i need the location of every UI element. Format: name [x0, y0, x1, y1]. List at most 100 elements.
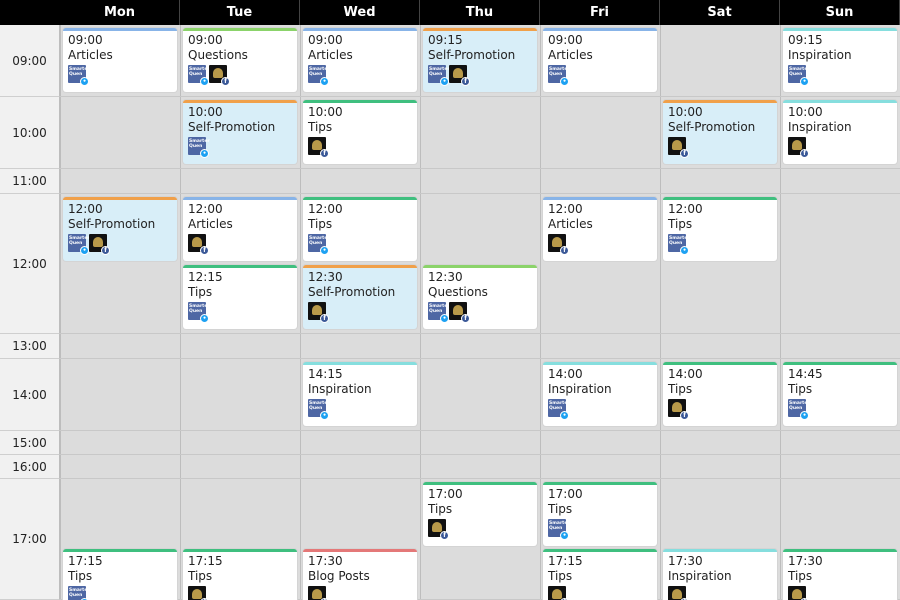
post-time: 17:30: [788, 554, 823, 568]
facebook-badge-icon: f: [560, 246, 569, 255]
post-card[interactable]: 09:15 Inspiration Smarter Quen •: [783, 28, 897, 92]
post-card[interactable]: 17:15Tips f: [183, 549, 297, 600]
twitter-badge-icon: •: [560, 531, 569, 540]
day-header-thu[interactable]: Thu: [420, 0, 540, 25]
post-card[interactable]: 12:15 Tips Smarter Quen •: [183, 265, 297, 329]
day-header-sun[interactable]: Sun: [780, 0, 900, 25]
post-card[interactable]: 10:00 Tips f: [303, 100, 417, 164]
post-time: 09:00: [188, 33, 223, 47]
row-divider: [60, 193, 900, 194]
post-card[interactable]: 17:30Inspiration f: [663, 549, 777, 600]
post-card[interactable]: 09:15 Self-Promotion Smarter Quen • f: [423, 28, 537, 92]
twitter-badge-icon: •: [320, 411, 329, 420]
crown-icon: [192, 237, 202, 247]
post-accounts: Smarter Quen•: [548, 399, 652, 420]
crown-icon: [552, 237, 562, 247]
time-label-1700: 17:00: [0, 479, 60, 600]
post-time: 17:00: [548, 487, 583, 501]
post-time: 09:00: [68, 33, 103, 47]
twitter-badge-icon: •: [560, 411, 569, 420]
post-title: Self-Promotion: [68, 217, 156, 231]
post-card[interactable]: 14:45 Tips Smarter Quen •: [783, 362, 897, 426]
twitter-badge-icon: •: [800, 411, 809, 420]
black-crown-avatar-icon: f: [209, 65, 230, 86]
post-title: Tips: [428, 502, 453, 516]
smarter-queen-avatar-icon: Smarter Quen•: [68, 65, 90, 86]
post-title: Inspiration: [788, 48, 852, 62]
facebook-badge-icon: f: [200, 246, 209, 255]
day-header-mon[interactable]: Mon: [60, 0, 180, 25]
post-card[interactable]: 12:00 Articles f: [183, 197, 297, 261]
smarter-queen-avatar-icon: Smarter Quen•: [68, 586, 90, 600]
post-title: Questions: [188, 48, 248, 62]
black-crown-avatar-icon: f: [668, 586, 689, 600]
post-title: Inspiration: [788, 120, 852, 134]
smarter-queen-avatar-icon: Smarter Quen•: [188, 302, 210, 323]
post-time: 12:00: [68, 202, 103, 216]
post-time: 09:00: [548, 33, 583, 47]
facebook-badge-icon: f: [221, 77, 230, 86]
time-label-1200: 12:00: [0, 194, 60, 334]
post-card[interactable]: 12:00 Self-Promotion Smarter Quen • f: [63, 197, 177, 261]
day-header-wed[interactable]: Wed: [300, 0, 420, 25]
twitter-badge-icon: •: [200, 314, 209, 323]
post-title: Tips: [188, 285, 213, 299]
header-corner: [0, 0, 60, 25]
post-card[interactable]: 17:15Tips Smarter Quen•: [63, 549, 177, 600]
post-card[interactable]: 09:00 Articles Smarter Quen •: [303, 28, 417, 92]
black-crown-avatar-icon: f: [428, 519, 449, 540]
crown-icon: [453, 305, 463, 315]
smarter-queen-avatar-icon: Smarter Quen•: [188, 137, 210, 158]
time-label-1000: 10:00: [0, 97, 60, 169]
twitter-badge-icon: •: [440, 77, 449, 86]
post-card[interactable]: 17:00 Tips Smarter Quen •: [543, 482, 657, 546]
facebook-badge-icon: f: [461, 77, 470, 86]
crown-icon: [312, 589, 322, 599]
post-card[interactable]: 12:30 Questions Smarter Quen • f: [423, 265, 537, 329]
post-time: 09:15: [428, 33, 463, 47]
post-card[interactable]: 17:15Tips f: [543, 549, 657, 600]
post-card[interactable]: 10:00 Inspiration f: [783, 100, 897, 164]
twitter-badge-icon: •: [320, 246, 329, 255]
post-card[interactable]: 14:00 Inspiration Smarter Quen •: [543, 362, 657, 426]
post-time: 14:15: [308, 367, 343, 381]
twitter-badge-icon: •: [200, 77, 209, 86]
post-title: Tips: [308, 120, 333, 134]
post-accounts: f: [788, 586, 892, 600]
crown-icon: [312, 305, 322, 315]
post-card[interactable]: 09:00 Questions Smarter Quen • f: [183, 28, 297, 92]
post-title: Tips: [68, 569, 93, 583]
post-accounts: f: [188, 234, 292, 255]
day-header-tue[interactable]: Tue: [180, 0, 300, 25]
post-title: Articles: [188, 217, 233, 231]
post-accounts: Smarter Quen•: [788, 399, 892, 420]
post-card[interactable]: 09:00 Articles Smarter Quen •: [63, 28, 177, 92]
post-card[interactable]: 10:00 Self-Promotion Smarter Quen •: [183, 100, 297, 164]
post-card[interactable]: 12:00 Tips Smarter Quen •: [663, 197, 777, 261]
day-header-fri[interactable]: Fri: [540, 0, 660, 25]
post-accounts: Smarter Quen • f: [68, 234, 172, 255]
post-title: Inspiration: [548, 382, 612, 396]
smarter-queen-avatar-icon: Smarter Quen•: [308, 234, 330, 255]
post-card[interactable]: 17:30Blog Posts f: [303, 549, 417, 600]
facebook-badge-icon: f: [461, 314, 470, 323]
post-card[interactable]: 09:00 Articles Smarter Quen •: [543, 28, 657, 92]
post-card[interactable]: 17:00 Tips f: [423, 482, 537, 546]
post-card[interactable]: 14:00 Tips f: [663, 362, 777, 426]
post-accounts: Smarter Quen•: [308, 399, 412, 420]
smarter-queen-avatar-icon: Smarter Quen•: [428, 302, 450, 323]
time-label-1600: 16:00: [0, 455, 60, 479]
post-card[interactable]: 17:30Tips f: [783, 549, 897, 600]
black-crown-avatar-icon: f: [548, 586, 569, 600]
smarter-queen-avatar-icon: Smarter Quen•: [548, 65, 570, 86]
day-header-sat[interactable]: Sat: [660, 0, 780, 25]
post-card[interactable]: 14:15 Inspiration Smarter Quen •: [303, 362, 417, 426]
post-card[interactable]: 12:30 Self-Promotion f: [303, 265, 417, 329]
post-time: 10:00: [788, 105, 823, 119]
post-card[interactable]: 12:00 Tips Smarter Quen •: [303, 197, 417, 261]
time-label-1300: 13:00: [0, 334, 60, 359]
post-card[interactable]: 12:00 Articles f: [543, 197, 657, 261]
post-card[interactable]: 10:00 Self-Promotion f: [663, 100, 777, 164]
facebook-badge-icon: f: [320, 314, 329, 323]
smarter-queen-avatar-icon: Smarter Quen•: [788, 65, 810, 86]
